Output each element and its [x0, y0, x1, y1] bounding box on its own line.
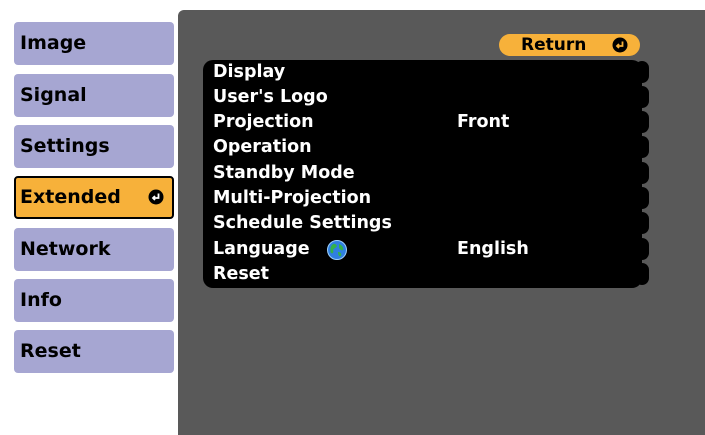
menu-item-reset[interactable]: Reset: [203, 262, 642, 287]
menu-item-projection[interactable]: Projection Front: [203, 110, 642, 135]
tab-label: Signal: [20, 84, 87, 106]
tab-network[interactable]: Network: [14, 228, 174, 271]
tab-image[interactable]: Image: [14, 22, 174, 65]
menu-item-label: Multi-Projection: [213, 188, 372, 208]
tab-label: Extended: [20, 186, 121, 208]
globe-icon: [327, 240, 347, 260]
main-tabs: Image Signal Settings Extended Network I…: [0, 0, 200, 435]
menu-item-label: User's Logo: [213, 87, 328, 107]
tab-reset[interactable]: Reset: [14, 330, 174, 373]
menu-item-multi-projection[interactable]: Multi-Projection: [203, 186, 642, 211]
menu-item-value: Front: [457, 112, 510, 132]
menu-item-label: Standby Mode: [213, 163, 355, 183]
extended-panel: Return Display User's Logo Projection Fr…: [178, 10, 705, 435]
menu-item-label: Reset: [213, 264, 269, 284]
menu-item-language[interactable]: Language English: [203, 237, 642, 262]
menu-item-users-logo[interactable]: User's Logo: [203, 85, 642, 110]
extended-menu: Display User's Logo Projection Front Ope…: [203, 60, 649, 288]
menu-item-label: Projection: [213, 112, 314, 132]
tab-label: Image: [20, 32, 87, 54]
return-button[interactable]: Return: [499, 34, 640, 56]
menu-item-standby-mode[interactable]: Standby Mode: [203, 161, 642, 186]
enter-icon: [612, 37, 628, 53]
tab-label: Reset: [20, 340, 81, 362]
menu-item-label: Schedule Settings: [213, 213, 392, 233]
tab-extended[interactable]: Extended: [14, 176, 174, 219]
enter-icon: [148, 189, 164, 205]
menu-item-label: Display: [213, 62, 286, 82]
tab-settings[interactable]: Settings: [14, 125, 174, 168]
menu-item-label: Language: [213, 239, 310, 259]
tab-signal[interactable]: Signal: [14, 74, 174, 117]
tab-info[interactable]: Info: [14, 279, 174, 322]
menu-item-schedule-settings[interactable]: Schedule Settings: [203, 211, 642, 236]
menu-item-value: English: [457, 239, 529, 259]
tab-label: Network: [20, 238, 111, 260]
menu-item-label: Operation: [213, 137, 312, 157]
menu-item-display[interactable]: Display: [203, 60, 642, 85]
tab-label: Info: [20, 289, 62, 311]
menu-item-operation[interactable]: Operation: [203, 135, 642, 160]
tab-label: Settings: [20, 135, 110, 157]
return-label: Return: [521, 35, 587, 55]
